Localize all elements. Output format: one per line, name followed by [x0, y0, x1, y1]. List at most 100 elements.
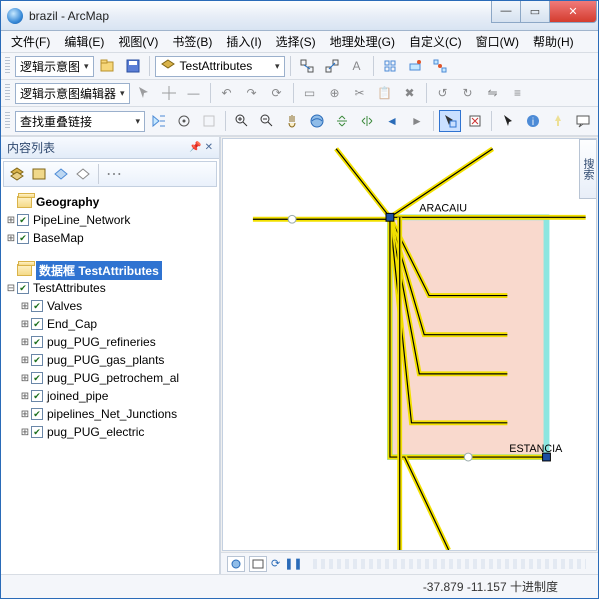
- menu-file[interactable]: 文件(F): [5, 31, 56, 52]
- layout-algo-label: 查找重叠链接: [20, 113, 92, 130]
- checkbox-icon[interactable]: ✔: [31, 390, 43, 402]
- list-by-drawing-icon[interactable]: [8, 165, 26, 183]
- identify-button[interactable]: i: [522, 110, 544, 132]
- checkbox-icon[interactable]: ✔: [31, 408, 43, 420]
- toc-tree[interactable]: Geography ⊞✔PipeLine_Network ⊞✔BaseMap 数…: [1, 189, 219, 574]
- open-diagram-button[interactable]: [97, 55, 119, 77]
- layer-electric[interactable]: ⊞✔pug_PUG_electric: [1, 423, 219, 441]
- menu-select[interactable]: 选择(S): [270, 31, 322, 52]
- align-icon: ≡: [507, 82, 529, 104]
- layer-gasplants[interactable]: ⊞✔pug_PUG_gas_plants: [1, 351, 219, 369]
- checkbox-icon[interactable]: ✔: [31, 354, 43, 366]
- schematic-dropdown[interactable]: 逻辑示意图▾: [15, 56, 94, 77]
- layer-basemap[interactable]: ⊞✔BaseMap: [1, 229, 219, 247]
- schematic-toolbar: 逻辑示意图▾ TestAttributes▾ A: [1, 53, 598, 80]
- close-button[interactable]: ✕: [549, 1, 597, 23]
- layer-junctions[interactable]: ⊞✔pipelines_Net_Junctions: [1, 405, 219, 423]
- layer-refineries[interactable]: ⊞✔pug_PUG_refineries: [1, 333, 219, 351]
- full-extent-button[interactable]: [306, 110, 328, 132]
- dataframe-label-selected: 数据框 TestAttributes: [36, 261, 162, 280]
- menu-bookmarks[interactable]: 书签(B): [166, 31, 218, 52]
- diagram-select-dropdown[interactable]: TestAttributes▾: [155, 56, 285, 77]
- checkbox-icon[interactable]: ✔: [31, 336, 43, 348]
- pin-icon[interactable]: 📌 ✕: [189, 142, 213, 153]
- minimize-button[interactable]: —: [491, 1, 521, 23]
- layer-label: BaseMap: [33, 231, 84, 245]
- fixed-zoom-out-button[interactable]: [356, 110, 378, 132]
- layer-pipeline[interactable]: ⊞✔PipeLine_Network: [1, 211, 219, 229]
- layer-endcap[interactable]: ⊞✔End_Cap: [1, 315, 219, 333]
- layer-label: pipelines_Net_Junctions: [47, 407, 177, 421]
- menu-view[interactable]: 视图(V): [112, 31, 164, 52]
- schematic-options-button[interactable]: [404, 55, 426, 77]
- html-popup-button[interactable]: [572, 110, 594, 132]
- toolbar-grip[interactable]: [5, 57, 10, 75]
- toc-title: 内容列表: [7, 139, 55, 156]
- layer-petrochem[interactable]: ⊞✔pug_PUG_petrochem_al: [1, 369, 219, 387]
- checkbox-icon[interactable]: ✔: [31, 300, 43, 312]
- pointer-button[interactable]: [497, 110, 519, 132]
- maximize-button[interactable]: ▭: [520, 1, 550, 23]
- layer-valves[interactable]: ⊞✔Valves: [1, 297, 219, 315]
- propagate-reverse-button[interactable]: [321, 55, 343, 77]
- schematic-svg: ARACAIU ESTANCIA: [223, 139, 596, 550]
- scroll-track[interactable]: [313, 559, 586, 569]
- select-features-button[interactable]: [439, 110, 461, 132]
- layout-tree-button[interactable]: [379, 55, 401, 77]
- refresh-view-button[interactable]: ⟳: [271, 557, 280, 570]
- clear-selection-button[interactable]: [464, 110, 486, 132]
- save-button[interactable]: [122, 55, 144, 77]
- svg-text:i: i: [532, 117, 534, 128]
- zoom-out-button[interactable]: [256, 110, 278, 132]
- pan-button[interactable]: [281, 110, 303, 132]
- menu-geoprocessing[interactable]: 地理处理(G): [324, 31, 401, 52]
- layer-joinedpipe[interactable]: ⊞✔joined_pipe: [1, 387, 219, 405]
- menu-customize[interactable]: 自定义(C): [403, 31, 468, 52]
- zoom-in-icon: ⊕: [324, 82, 346, 104]
- main-area: 内容列表 📌 ✕ ⋯ Geography ⊞✔PipeLine_Network …: [1, 136, 598, 574]
- list-by-visibility-icon[interactable]: [52, 165, 70, 183]
- menu-bar: 文件(F) 编辑(E) 视图(V) 书签(B) 插入(I) 选择(S) 地理处理…: [1, 31, 598, 53]
- toolbar-grip[interactable]: [5, 84, 10, 102]
- schematic-generation-button[interactable]: [429, 55, 451, 77]
- menu-edit[interactable]: 编辑(E): [58, 31, 110, 52]
- toolbar-grip[interactable]: [5, 112, 10, 130]
- search-sidetab[interactable]: 搜索: [579, 139, 597, 199]
- checkbox-icon[interactable]: ✔: [17, 282, 29, 294]
- list-by-selection-icon[interactable]: [74, 165, 92, 183]
- editor-dropdown[interactable]: 逻辑示意图编辑器▾: [15, 83, 130, 104]
- menu-help[interactable]: 帮助(H): [527, 31, 580, 52]
- layout-algo-dropdown[interactable]: 查找重叠链接▾: [15, 111, 145, 132]
- layer-label: End_Cap: [47, 317, 97, 331]
- layers-icon: [160, 58, 176, 74]
- zoom-in-button[interactable]: [231, 110, 253, 132]
- data-view-tab[interactable]: [227, 556, 245, 572]
- back-extent-button[interactable]: ◄: [381, 110, 403, 132]
- layer-label: joined_pipe: [47, 389, 108, 403]
- menu-insert[interactable]: 插入(I): [220, 31, 267, 52]
- list-by-source-icon[interactable]: [30, 165, 48, 183]
- checkbox-icon[interactable]: ✔: [17, 214, 29, 226]
- chevron-down-icon: ▾: [84, 61, 89, 72]
- dataframe-testattributes[interactable]: 数据框 TestAttributes: [1, 261, 219, 279]
- window-title: brazil - ArcMap: [29, 9, 492, 23]
- layer-label: pug_PUG_electric: [47, 425, 144, 439]
- app-icon: [7, 8, 23, 24]
- rotate-left-icon: ↺: [432, 82, 454, 104]
- layer-root[interactable]: ⊟✔TestAttributes: [1, 279, 219, 297]
- checkbox-icon[interactable]: ✔: [31, 318, 43, 330]
- dataframe-geography[interactable]: Geography: [1, 193, 219, 211]
- checkbox-icon[interactable]: ✔: [31, 372, 43, 384]
- layout-view-tab[interactable]: [249, 556, 267, 572]
- menu-window[interactable]: 窗口(W): [470, 31, 525, 52]
- layout-props-button[interactable]: [173, 110, 195, 132]
- undo-icon: ↶: [216, 82, 238, 104]
- propagate-button[interactable]: [296, 55, 318, 77]
- pause-draw-button[interactable]: ❚❚: [284, 557, 302, 570]
- map-canvas[interactable]: 搜索: [222, 138, 597, 551]
- checkbox-icon[interactable]: ✔: [31, 426, 43, 438]
- checkbox-icon[interactable]: ✔: [17, 232, 29, 244]
- chevron-down-icon: ▾: [275, 61, 280, 72]
- apply-layout-button[interactable]: [148, 110, 170, 132]
- fixed-zoom-in-button[interactable]: [331, 110, 353, 132]
